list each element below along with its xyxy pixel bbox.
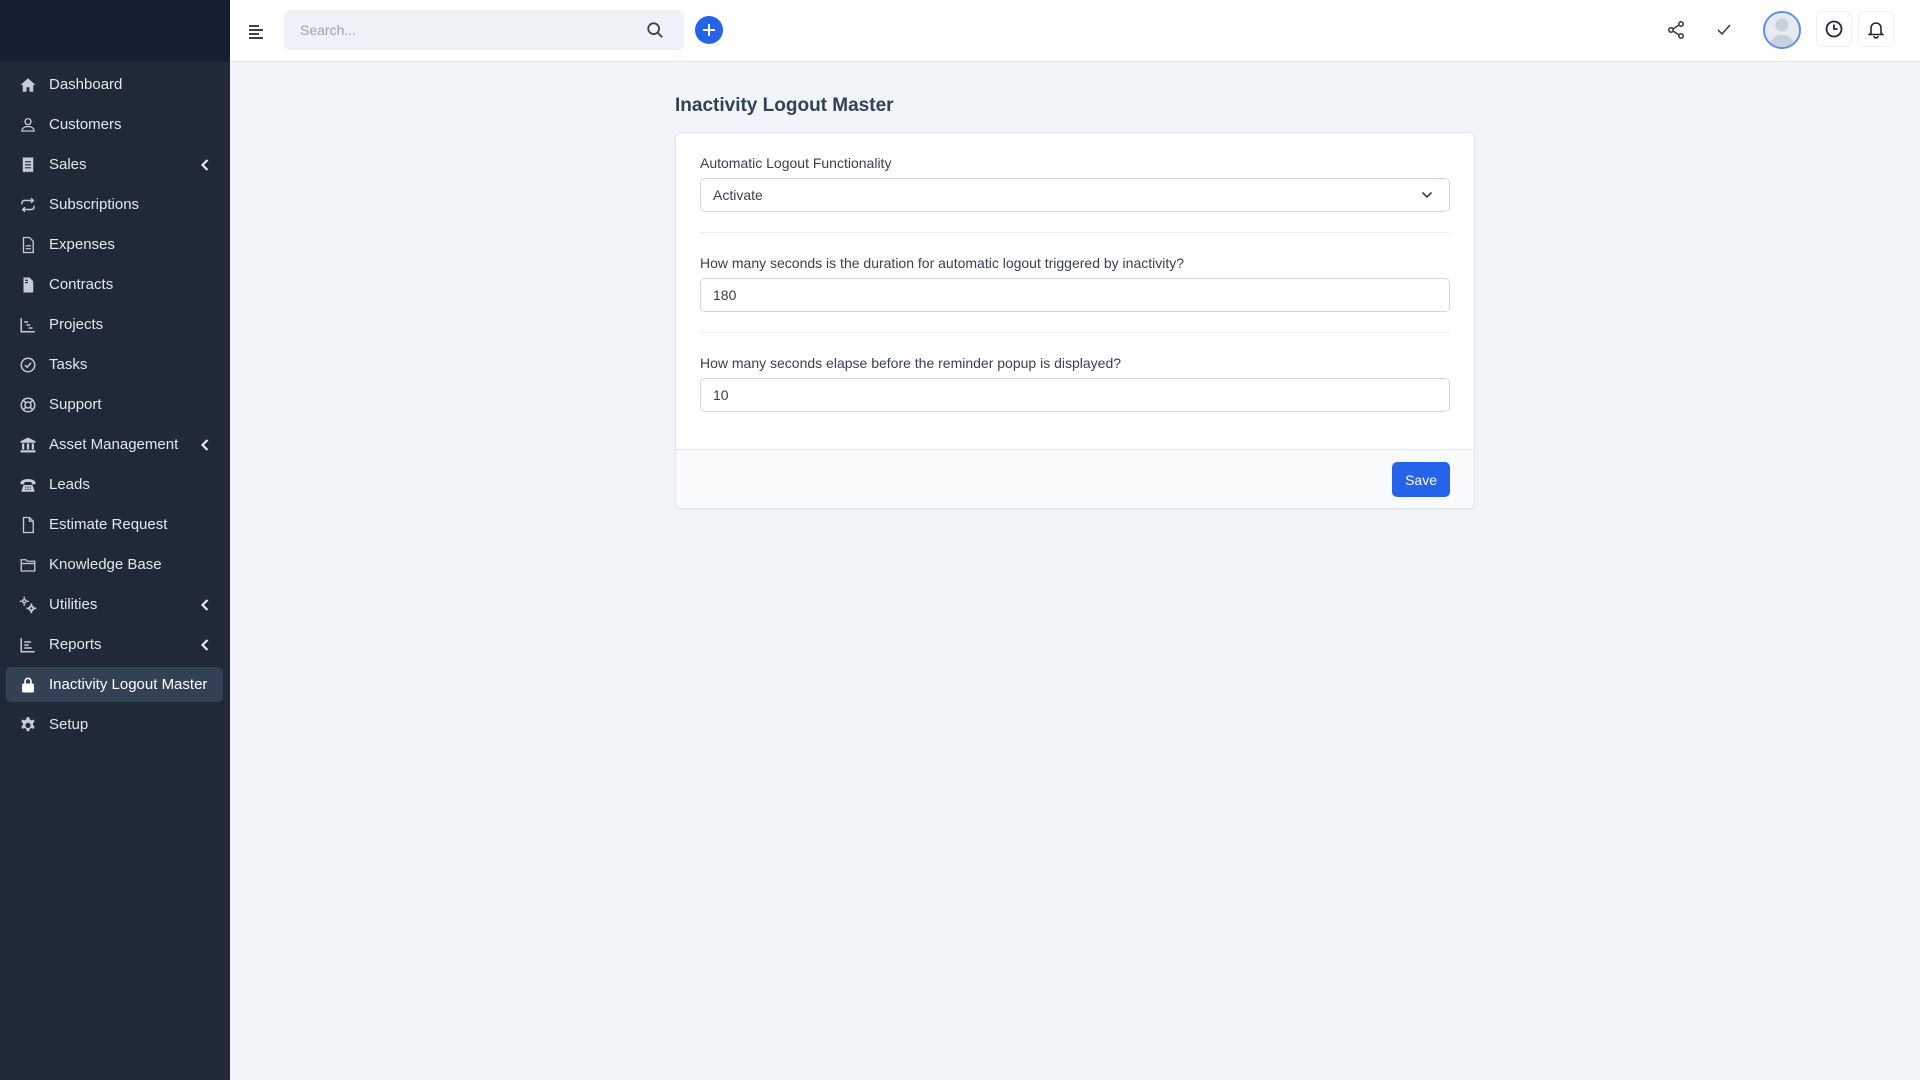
sidebar-item-label: Tasks: [49, 356, 88, 373]
menu-icon[interactable]: [246, 21, 266, 41]
sidebar-item-label: Subscriptions: [49, 196, 140, 213]
sidebar-logo-area: [0, 0, 230, 62]
chevron-left-icon[interactable]: [199, 638, 211, 652]
sidebar-item-label: Leads: [49, 476, 90, 493]
quick-create-button[interactable]: [695, 16, 723, 44]
sidebar-item-expenses[interactable]: Expenses: [6, 227, 223, 262]
sidebar-item-label: Dashboard: [49, 76, 123, 93]
chevron-left-icon[interactable]: [199, 158, 211, 172]
avatar[interactable]: [1763, 11, 1801, 49]
notifications-button[interactable]: [1858, 11, 1894, 47]
sidebar-item-label: Setup: [49, 716, 89, 733]
logout-duration-field: How many seconds is the duration for aut…: [700, 255, 1450, 333]
reminder-delay-label: How many seconds elapse before the remin…: [700, 355, 1122, 371]
plus-icon: [703, 24, 715, 36]
functionality-select[interactable]: Activate: [700, 178, 1450, 212]
sidebar-item-label: Customers: [49, 116, 122, 133]
sidebar-item-label: Contracts: [49, 276, 114, 293]
lock-icon: [19, 676, 37, 694]
sidebar-item-reports[interactable]: Reports: [6, 627, 223, 662]
logout-duration-label: How many seconds is the duration for aut…: [700, 255, 1185, 271]
functionality-field: Automatic Logout Functionality Activate: [700, 155, 1450, 233]
sidebar-item-knowledge-base[interactable]: Knowledge Base: [6, 547, 223, 582]
sidebar-item-inactivity-logout-master[interactable]: Inactivity Logout Master: [6, 667, 223, 702]
reminder-delay-input[interactable]: [701, 379, 1449, 411]
folder-icon: [19, 556, 37, 574]
save-button[interactable]: Save: [1392, 462, 1450, 497]
sidebar-item-label: Reports: [49, 636, 102, 653]
functionality-selected-value: Activate: [713, 187, 763, 203]
share-icon[interactable]: [1664, 18, 1688, 42]
sidebar-item-projects[interactable]: Projects: [6, 307, 223, 342]
file-text-icon: [19, 236, 37, 254]
card-body: Automatic Logout Functionality Activate …: [676, 133, 1474, 432]
sidebar-item-support[interactable]: Support: [6, 387, 223, 422]
sidebar-item-label: Estimate Request: [49, 516, 168, 533]
file-contract-icon: [19, 276, 37, 294]
sidebar: Dashboard Customers Sales Subscriptions …: [0, 0, 230, 1080]
sidebar-item-label: Support: [49, 396, 102, 413]
sidebar-item-estimate-request[interactable]: Estimate Request: [6, 507, 223, 542]
settings-card: Automatic Logout Functionality Activate …: [675, 132, 1475, 509]
document-icon: [19, 516, 37, 534]
logout-duration-control: [700, 278, 1450, 312]
sidebar-item-customers[interactable]: Customers: [6, 107, 223, 142]
sidebar-item-label: Expenses: [49, 236, 115, 253]
logout-duration-input[interactable]: [701, 279, 1449, 311]
user-icon: [19, 116, 37, 134]
sidebar-item-setup[interactable]: Setup: [6, 707, 223, 742]
top-header: [230, 0, 1920, 62]
check-icon[interactable]: [1712, 18, 1736, 42]
chevron-left-icon[interactable]: [199, 598, 211, 612]
sidebar-item-utilities[interactable]: Utilities: [6, 587, 223, 622]
search-input[interactable]: [284, 10, 624, 50]
sidebar-menu: Dashboard Customers Sales Subscriptions …: [0, 62, 230, 742]
functionality-label: Automatic Logout Functionality: [700, 155, 892, 171]
receipt-icon: [19, 156, 37, 174]
sidebar-item-leads[interactable]: Leads: [6, 467, 223, 502]
phone-icon: [19, 476, 37, 494]
search-box: [284, 10, 684, 50]
chevron-down-icon: [1421, 191, 1433, 199]
sidebar-item-label: Projects: [49, 316, 104, 333]
bar-chart-icon: [19, 636, 37, 654]
page-title: Inactivity Logout Master: [675, 95, 894, 116]
sidebar-item-contracts[interactable]: Contracts: [6, 267, 223, 302]
sidebar-item-label: Utilities: [49, 596, 98, 613]
lifebuoy-icon: [19, 396, 37, 414]
search-icon[interactable]: [646, 21, 664, 39]
reminder-delay-control: [700, 378, 1450, 412]
home-icon: [19, 76, 37, 94]
card-footer: Save: [676, 449, 1474, 508]
clock-icon: [1825, 20, 1843, 38]
sidebar-item-label: Inactivity Logout Master: [49, 676, 208, 693]
sidebar-item-label: Asset Management: [49, 436, 179, 453]
sidebar-item-subscriptions[interactable]: Subscriptions: [6, 187, 223, 222]
reminder-delay-field: How many seconds elapse before the remin…: [700, 355, 1450, 432]
gear-icon: [19, 716, 37, 734]
check-circle-icon: [19, 356, 37, 374]
sidebar-item-asset-management[interactable]: Asset Management: [6, 427, 223, 462]
sidebar-item-tasks[interactable]: Tasks: [6, 347, 223, 382]
sidebar-item-sales[interactable]: Sales: [6, 147, 223, 182]
gantt-chart-icon: [19, 316, 37, 334]
sidebar-item-label: Knowledge Base: [49, 556, 162, 573]
sidebar-item-dashboard[interactable]: Dashboard: [6, 67, 223, 102]
chevron-left-icon[interactable]: [199, 438, 211, 452]
cogs-icon: [19, 596, 37, 614]
sidebar-item-label: Sales: [49, 156, 87, 173]
repeat-icon: [19, 196, 37, 214]
bell-icon: [1867, 22, 1885, 39]
timer-button[interactable]: [1816, 11, 1852, 47]
bank-icon: [19, 436, 37, 454]
